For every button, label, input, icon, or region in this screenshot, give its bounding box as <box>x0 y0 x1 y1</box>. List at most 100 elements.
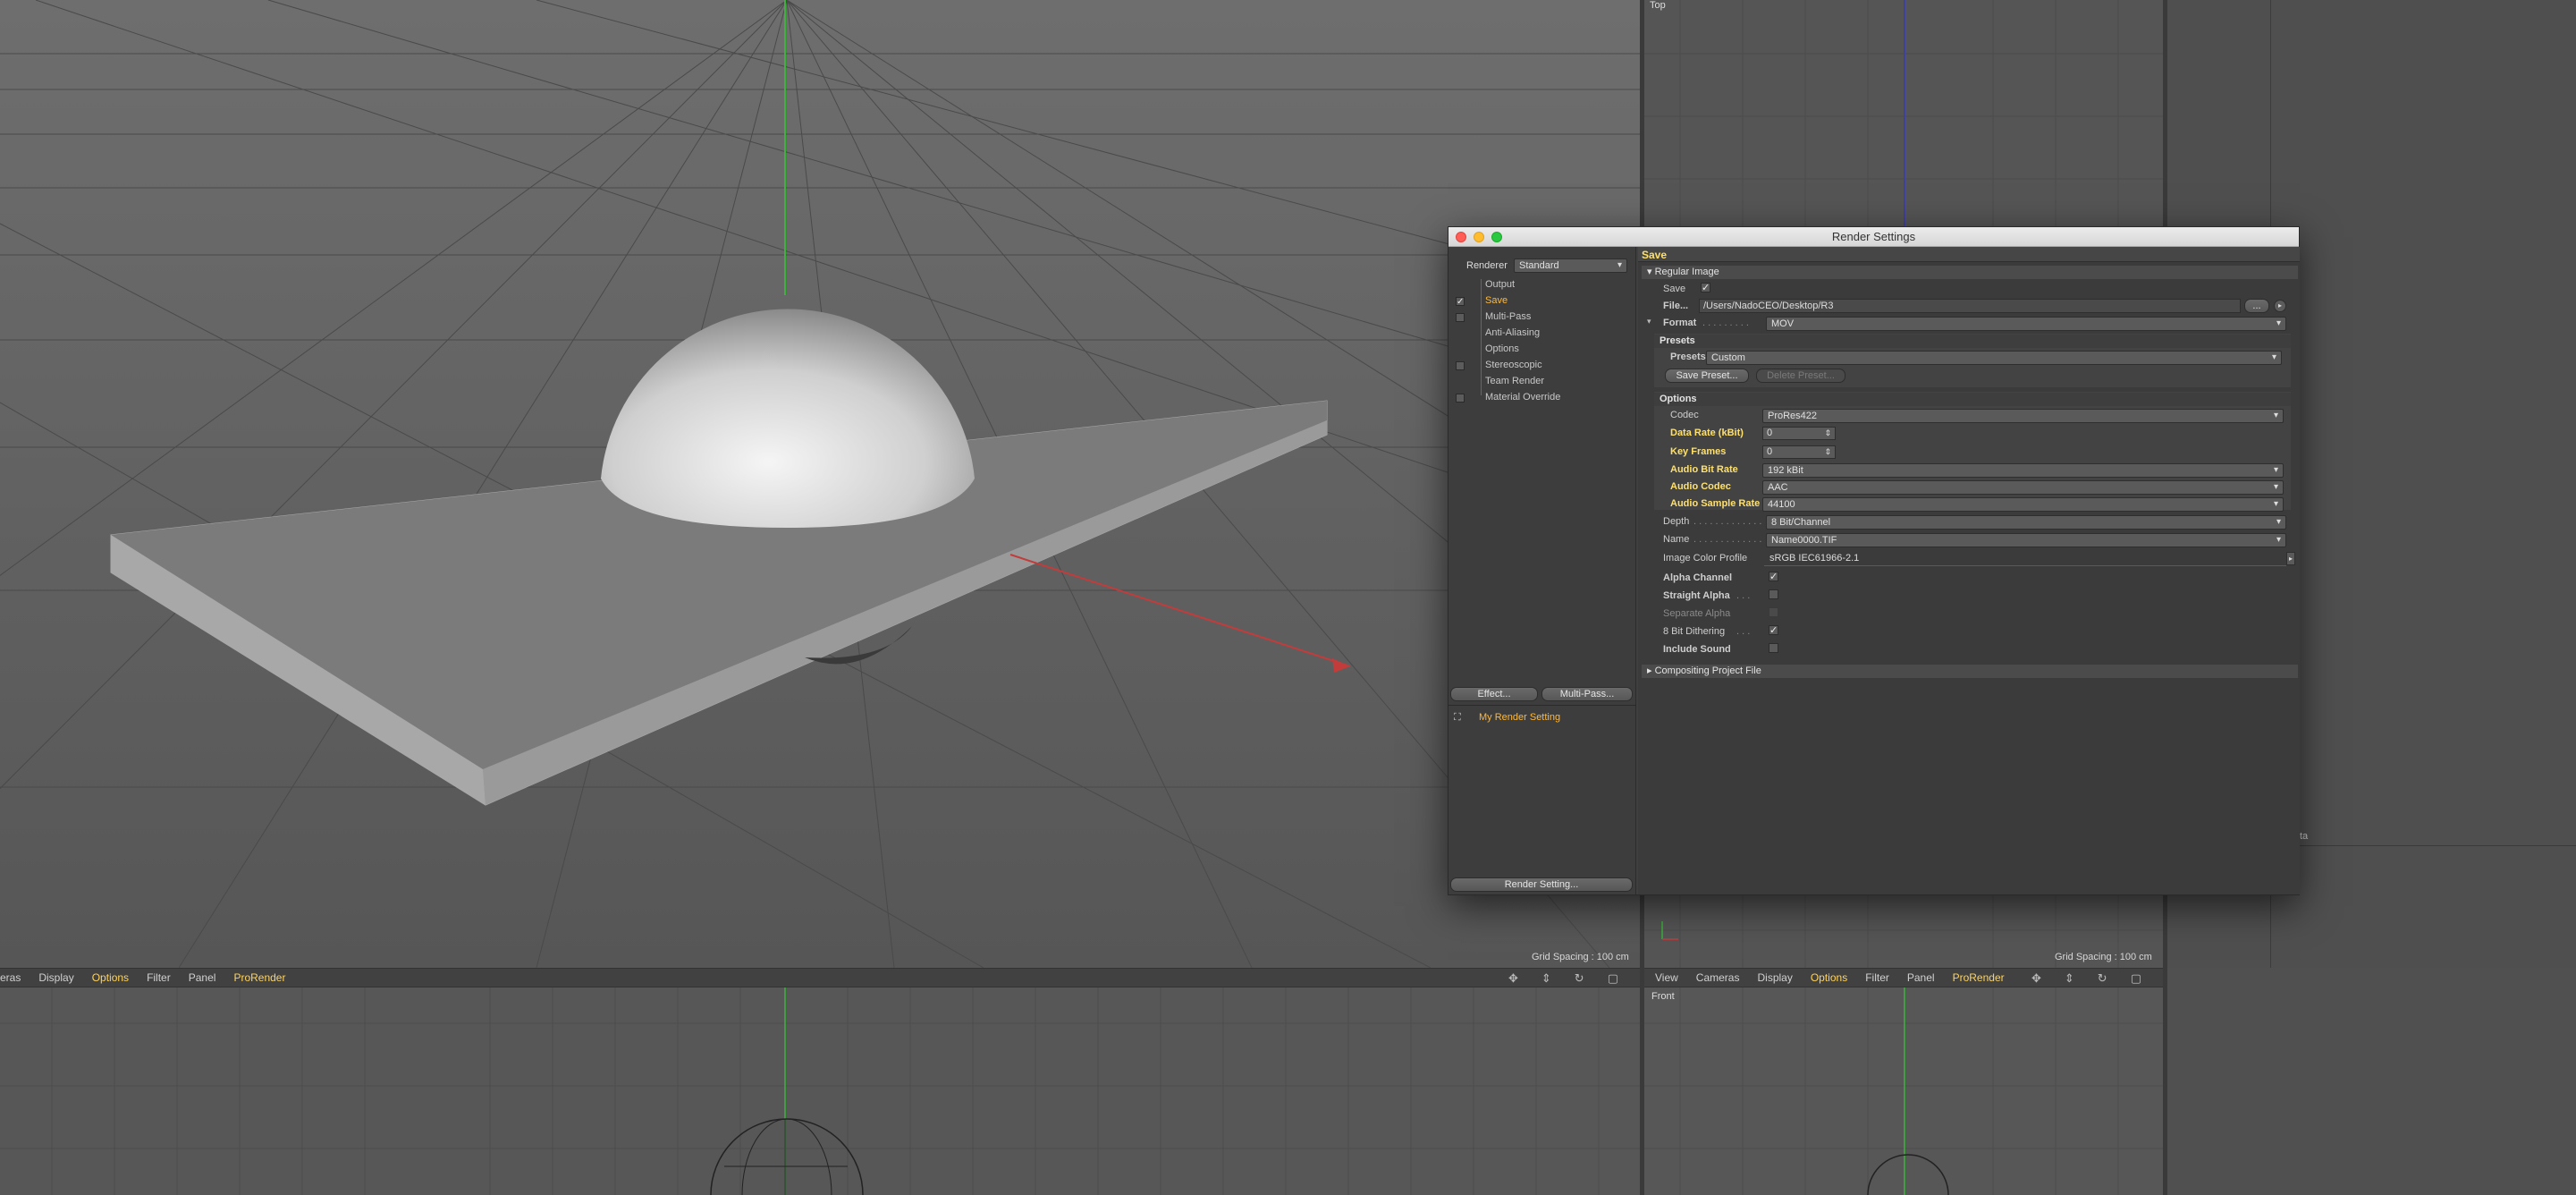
zoom-view-icon[interactable]: ⇕ <box>1541 971 1551 986</box>
audio-sample-rate-label: Audio Sample Rate <box>1670 498 1761 509</box>
menu-panel[interactable]: Panel <box>1907 971 1935 984</box>
zoom-view-icon[interactable]: ⇕ <box>2065 971 2074 986</box>
material-override-checkbox[interactable] <box>1456 394 1465 403</box>
audio-codec-label: Audio Codec <box>1670 481 1731 492</box>
presets-header: Presets <box>1654 335 2291 348</box>
menu-filter[interactable]: Filter <box>1865 971 1889 984</box>
color-profile-field[interactable]: sRGB IEC61966-2.1 <box>1764 552 2286 566</box>
perspective-viewport[interactable]: Grid Spacing : 100 cm <box>0 0 1640 968</box>
expand-arrow-icon: ▸ <box>1647 665 1652 676</box>
audio-codec-dropdown[interactable]: AAC <box>1762 480 2284 495</box>
toggle-view-icon[interactable]: ▢ <box>1608 971 1618 986</box>
presets-dropdown[interactable]: Custom <box>1706 351 2282 365</box>
multipass-checkbox[interactable] <box>1456 313 1465 322</box>
dithering-checkbox[interactable]: ✓ <box>1769 625 1778 636</box>
menu-view[interactable]: View <box>1655 971 1678 984</box>
render-settings-window: Render Settings Renderer Standard Output… <box>1448 226 2300 895</box>
collapse-arrow-icon: ▾ <box>1647 267 1652 277</box>
color-profile-menu-icon[interactable]: ▸ <box>2286 552 2295 565</box>
move-view-icon[interactable]: ✥ <box>2031 971 2041 986</box>
close-button[interactable] <box>1456 232 1466 242</box>
depth-dropdown[interactable]: 8 Bit/Channel <box>1766 515 2286 530</box>
menu-cameras[interactable]: Cameras <box>1696 971 1740 984</box>
file-options-icon[interactable]: ▸ <box>2274 300 2286 312</box>
menu-filter[interactable]: Filter <box>147 971 171 984</box>
codec-label: Codec <box>1670 410 1699 420</box>
menu-options[interactable]: Options <box>92 971 129 984</box>
tree-item-material-override[interactable]: Material Override <box>1485 392 1560 403</box>
key-frames-field[interactable]: 0 <box>1762 445 1836 459</box>
format-expand-icon[interactable]: ▾ <box>1647 317 1651 326</box>
data-rate-field[interactable]: 0 <box>1762 427 1836 440</box>
menu-prorender[interactable]: ProRender <box>233 971 285 984</box>
leader-dots: . . . <box>1736 626 1751 637</box>
bottom-right-viewport-toolbar: View Cameras Display Options Filter Pane… <box>1644 968 2163 987</box>
tree-item-options[interactable]: Options <box>1485 343 1519 354</box>
viewport-nav-icons: ✥ ⇕ ↻ ▢ <box>2031 971 2159 986</box>
grid-spacing-label: Grid Spacing : 100 cm <box>1532 952 1629 962</box>
render-setting-name[interactable]: My Render Setting <box>1479 712 1560 723</box>
file-browse-button[interactable]: ... <box>2244 299 2269 313</box>
renderer-dropdown[interactable]: Standard <box>1514 258 1627 273</box>
audio-bit-rate-label: Audio Bit Rate <box>1670 464 1738 475</box>
name-dropdown[interactable]: Name0000.TIF <box>1766 533 2286 547</box>
front-view-grid <box>1644 987 2163 1195</box>
format-value: MOV <box>1771 318 1795 329</box>
save-checkbox[interactable]: ✓ <box>1456 297 1465 307</box>
multipass-button[interactable]: Multi-Pass... <box>1541 687 1633 701</box>
menu-panel[interactable]: Panel <box>189 971 216 984</box>
compositing-project-header[interactable]: ▸ Compositing Project File <box>1642 665 2298 678</box>
save-preset-button[interactable]: Save Preset... <box>1665 369 1749 383</box>
truncated-label: ta <box>2300 831 2309 842</box>
view-label-top: Top <box>1650 0 1666 11</box>
rotate-view-icon[interactable]: ↻ <box>2098 971 2107 986</box>
settings-tree-panel: Renderer Standard Output ✓ Save Multi-Pa… <box>1448 247 1636 894</box>
audio-sample-rate-dropdown[interactable]: 44100 <box>1762 497 2284 512</box>
tree-item-team-render[interactable]: Team Render <box>1485 376 1544 386</box>
tree-item-anti-aliasing[interactable]: Anti-Aliasing <box>1485 327 1540 338</box>
viewport-nav-icons: ✥ ⇕ ↻ ▢ <box>1508 971 1636 986</box>
front-viewport[interactable]: Front <box>1644 987 2163 1195</box>
move-view-icon[interactable]: ✥ <box>1508 971 1518 986</box>
file-path-field[interactable]: /Users/NadoCEO/Desktop/R3 <box>1699 299 2241 313</box>
bottom-left-viewport[interactable] <box>0 987 1640 1195</box>
minimize-button[interactable] <box>1474 232 1484 242</box>
toggle-view-icon[interactable]: ▢ <box>2131 971 2141 986</box>
window-titlebar[interactable]: Render Settings <box>1448 227 2299 247</box>
alpha-channel-label: Alpha Channel <box>1663 572 1733 583</box>
straight-alpha-checkbox[interactable] <box>1769 589 1778 599</box>
include-sound-checkbox[interactable] <box>1769 643 1778 653</box>
zoom-button[interactable] <box>1491 232 1502 242</box>
tree-item-stereoscopic[interactable]: Stereoscopic <box>1485 360 1542 370</box>
rotate-view-icon[interactable]: ↻ <box>1575 971 1584 986</box>
regular-image-header[interactable]: ▾ Regular Image <box>1642 266 2298 279</box>
alpha-channel-checkbox[interactable]: ✓ <box>1769 572 1778 582</box>
effect-button[interactable]: Effect... <box>1450 687 1538 701</box>
depth-value: 8 Bit/Channel <box>1771 517 1831 528</box>
leader-dots: . . . . . . . . . . . . . <box>1693 534 1762 545</box>
data-rate-value: 0 <box>1767 428 1773 438</box>
save-enabled-checkbox[interactable]: ✓ <box>1701 283 1710 293</box>
tree-item-save[interactable]: Save <box>1485 295 1508 306</box>
audio-bit-rate-value: 192 kBit <box>1768 465 1803 476</box>
straight-alpha-label: Straight Alpha <box>1663 590 1730 601</box>
depth-label: Depth <box>1663 516 1690 527</box>
file-label[interactable]: File... <box>1663 301 1688 311</box>
menu-display[interactable]: Display <box>1757 971 1792 984</box>
grid-spacing-label: Grid Spacing : 100 cm <box>2055 952 2152 962</box>
audio-bit-rate-dropdown[interactable]: 192 kBit <box>1762 463 2284 478</box>
menu-prorender[interactable]: ProRender <box>1953 971 2005 984</box>
render-setting-button[interactable]: Render Setting... <box>1450 877 1633 892</box>
regular-image-label: Regular Image <box>1654 267 1719 277</box>
menu-cameras[interactable]: eras <box>0 971 21 984</box>
menu-options[interactable]: Options <box>1811 971 1847 984</box>
stereoscopic-checkbox[interactable] <box>1456 361 1465 370</box>
format-dropdown[interactable]: MOV <box>1766 317 2286 331</box>
front-sphere-outline <box>710 1118 864 1195</box>
tree-item-multipass[interactable]: Multi-Pass <box>1485 311 1531 322</box>
separate-alpha-label: Separate Alpha <box>1663 608 1731 619</box>
menu-display[interactable]: Display <box>38 971 73 984</box>
render-setting-icon[interactable]: ⛶ <box>1454 712 1461 724</box>
tree-item-output[interactable]: Output <box>1485 279 1515 290</box>
codec-dropdown[interactable]: ProRes422 <box>1762 409 2284 423</box>
